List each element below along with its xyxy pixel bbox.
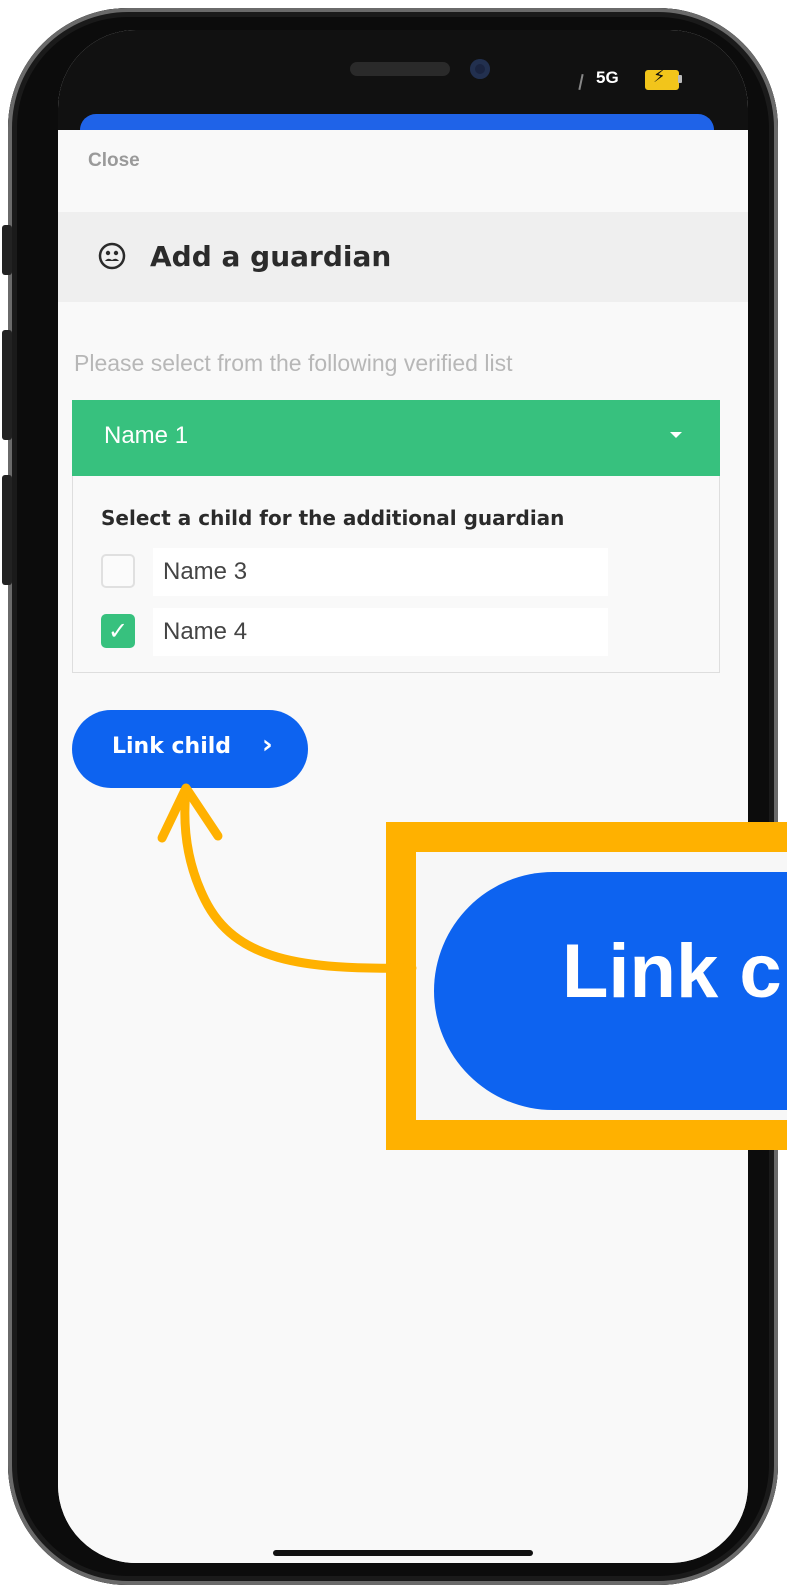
status-divider (578, 73, 584, 91)
status-bar: 5G ⚡ (58, 30, 748, 144)
link-child-label: Link child (112, 734, 232, 759)
child-checkbox-unchecked[interactable] (101, 554, 135, 588)
camera-icon (470, 59, 490, 79)
checkmark-icon[interactable]: ✓ (101, 614, 135, 648)
volume-down-button (2, 475, 12, 585)
child-name: Name 4 (163, 618, 248, 645)
child-name-field: Name 4 (153, 608, 608, 656)
title-bar: Add a guardian (58, 212, 748, 302)
battery-tip-icon (678, 75, 682, 83)
instruction-text: Please select from the following verifie… (74, 350, 513, 376)
guardian-face-icon (98, 242, 126, 270)
child-option[interactable]: Name 3 (101, 548, 611, 596)
mute-switch (2, 225, 12, 275)
volume-up-button (2, 330, 12, 440)
child-name-field: Name 3 (153, 548, 608, 596)
network-indicator: 5G (596, 68, 619, 87)
close-button[interactable]: Close (88, 150, 140, 172)
caret-down-icon (670, 432, 682, 438)
phone-screen: 5G ⚡ Close Add a guardian Please select … (58, 30, 748, 1563)
child-option[interactable]: ✓ Name 4 (101, 608, 611, 656)
guardian-select-value: Name 1 (104, 422, 189, 449)
child-selection-panel: Select a child for the additional guardi… (72, 476, 720, 673)
zoom-callout: Link c (386, 822, 787, 1150)
child-selection-heading: Select a child for the additional guardi… (101, 506, 565, 530)
charging-bolt-icon: ⚡ (653, 66, 666, 87)
speaker-grille (350, 62, 450, 76)
chevron-right-icon: › (262, 730, 273, 760)
guardian-select[interactable]: Name 1 (72, 400, 720, 476)
zoomed-link-child-label: Link c (562, 929, 782, 1014)
child-name: Name 3 (163, 558, 248, 585)
link-child-button[interactable]: Link child › (72, 710, 308, 788)
home-indicator (273, 1550, 533, 1556)
page-title: Add a guardian (150, 240, 392, 273)
zoomed-link-child-button: Link c (434, 872, 787, 1110)
